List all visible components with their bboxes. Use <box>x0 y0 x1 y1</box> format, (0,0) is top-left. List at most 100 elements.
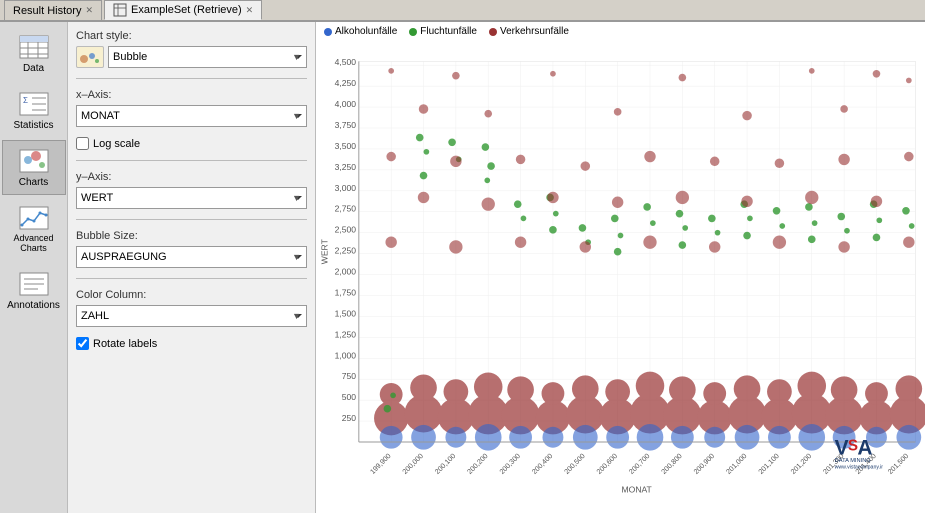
svg-text:750: 750 <box>342 371 357 381</box>
bubble-size-select-wrapper: AUSPRAEGUNG ZAHL WERT <box>76 246 307 268</box>
rotate-labels-checkbox[interactable] <box>76 337 89 350</box>
tab-bar: Result History ✕ ExampleSet (Retrieve) ✕ <box>0 0 925 22</box>
svg-text:3,500: 3,500 <box>335 141 357 151</box>
chart-icon <box>18 147 50 175</box>
svg-text:MONAT: MONAT <box>622 484 653 494</box>
svg-text:200,200: 200,200 <box>466 452 490 476</box>
y-axis-select[interactable]: WERT MONAT ZAHL <box>76 187 307 209</box>
legend-dot-flucht <box>409 28 417 36</box>
svg-text:V: V <box>835 436 849 459</box>
svg-text:200,100: 200,100 <box>433 452 457 476</box>
sidebar-item-data[interactable]: Data <box>2 26 66 81</box>
chart-area: Alkoholunfälle Fluchtunfälle Verkehrsunf… <box>316 22 925 513</box>
svg-text:3,000: 3,000 <box>335 183 357 193</box>
svg-text:WERT: WERT <box>319 238 329 264</box>
tab-close-exampleset[interactable]: ✕ <box>246 5 254 16</box>
svg-text:200,600: 200,600 <box>595 452 619 476</box>
svg-text:250: 250 <box>342 413 357 423</box>
svg-text:2,000: 2,000 <box>335 267 357 277</box>
table-small-icon <box>113 3 127 17</box>
y-axis-label: y–Axis: <box>76 171 307 183</box>
x-axis-select[interactable]: MONAT ZAHL WERT <box>76 105 307 127</box>
svg-text:Σ: Σ <box>23 96 28 105</box>
sidebar-item-annotations[interactable]: Annotations <box>2 263 66 318</box>
svg-text:200,900: 200,900 <box>692 452 716 476</box>
rotate-labels-label[interactable]: Rotate labels <box>93 338 157 350</box>
log-scale-row: Log scale <box>76 137 307 150</box>
svg-text:200,800: 200,800 <box>660 452 684 476</box>
sidebar-label-statistics: Statistics <box>13 120 53 131</box>
tab-label: Result History <box>13 5 81 17</box>
table-icon <box>18 33 50 61</box>
svg-text:4,000: 4,000 <box>335 99 357 109</box>
svg-text:201,500: 201,500 <box>886 452 910 476</box>
svg-text:4,250: 4,250 <box>335 78 357 88</box>
svg-text:200,500: 200,500 <box>563 452 587 476</box>
tab-close-result-history[interactable]: ✕ <box>85 5 93 16</box>
svg-text:200,000: 200,000 <box>401 452 425 476</box>
log-scale-checkbox[interactable] <box>76 137 89 150</box>
divider-1 <box>76 78 307 79</box>
divider-3 <box>76 219 307 220</box>
svg-text:201,000: 201,000 <box>725 452 749 476</box>
svg-text:2,250: 2,250 <box>335 246 357 256</box>
y-axis-select-wrapper: WERT MONAT ZAHL <box>76 187 307 209</box>
sidebar-item-statistics[interactable]: Σ Statistics <box>2 83 66 138</box>
svg-text:2,750: 2,750 <box>335 204 357 214</box>
bubble-size-group: Bubble Size: AUSPRAEGUNG ZAHL WERT <box>76 230 307 268</box>
sidebar-item-advanced-charts[interactable]: Advanced Charts <box>2 197 66 261</box>
y-axis-group: y–Axis: WERT MONAT ZAHL <box>76 171 307 209</box>
legend-item-alkohol: Alkoholunfälle <box>324 26 397 37</box>
chart-legend: Alkoholunfälle Fluchtunfälle Verkehrsunf… <box>316 22 925 41</box>
bubble-size-label: Bubble Size: <box>76 230 307 242</box>
legend-label-flucht: Fluchtunfälle <box>420 26 477 37</box>
svg-text:2,500: 2,500 <box>335 225 357 235</box>
legend-item-flucht: Fluchtunfälle <box>409 26 477 37</box>
rotate-labels-row: Rotate labels <box>76 337 307 350</box>
sidebar-label-data: Data <box>23 63 44 74</box>
svg-text:1,500: 1,500 <box>335 308 357 318</box>
content-area: Data Σ Statistics Charts Ad <box>0 22 925 513</box>
legend-dot-verkehr <box>489 28 497 36</box>
svg-text:200,400: 200,400 <box>530 452 554 476</box>
legend-dot-alkohol <box>324 28 332 36</box>
svg-text:201,100: 201,100 <box>757 452 781 476</box>
svg-text:200,700: 200,700 <box>628 452 652 476</box>
x-axis-label: x–Axis: <box>76 89 307 101</box>
tab-result-history[interactable]: Result History ✕ <box>4 0 102 20</box>
sidebar-label-annotations: Annotations <box>7 300 60 311</box>
color-column-group: Color Column: ZAHL MONAT WERT <box>76 289 307 327</box>
svg-text:201,200: 201,200 <box>789 452 813 476</box>
tab-exampleset[interactable]: ExampleSet (Retrieve) ✕ <box>104 0 262 20</box>
sidebar-label-advanced-charts: Advanced Charts <box>5 234 63 254</box>
svg-text:3,250: 3,250 <box>335 162 357 172</box>
chart-inner: 4,500 4,250 4,000 3,750 3,500 3,250 3,00… <box>316 41 925 510</box>
chart-style-select-wrapper: Bubble Bar Line Pie Scatter <box>108 46 307 68</box>
sidebar-label-charts: Charts <box>19 177 48 188</box>
sidebar-item-charts[interactable]: Charts <box>2 140 66 195</box>
x-axis-group: x–Axis: MONAT ZAHL WERT <box>76 89 307 127</box>
chart-style-label: Chart style: <box>76 30 307 42</box>
log-scale-label[interactable]: Log scale <box>93 138 140 150</box>
chart-style-select[interactable]: Bubble Bar Line Pie Scatter <box>108 46 307 68</box>
color-column-select[interactable]: ZAHL MONAT WERT <box>76 305 307 327</box>
sidebar: Data Σ Statistics Charts Ad <box>0 22 68 513</box>
svg-text:A: A <box>857 436 872 459</box>
legend-item-verkehr: Verkehrsunfälle <box>489 26 569 37</box>
legend-label-alkohol: Alkoholunfälle <box>335 26 397 37</box>
legend-label-verkehr: Verkehrsunfälle <box>500 26 569 37</box>
svg-text:1,250: 1,250 <box>335 329 357 339</box>
control-panel: Chart style: Bubble Bar Line Pie Scatter <box>68 22 316 513</box>
color-column-select-wrapper: ZAHL MONAT WERT <box>76 305 307 327</box>
divider-2 <box>76 160 307 161</box>
x-axis-select-wrapper: MONAT ZAHL WERT <box>76 105 307 127</box>
bubble-size-select[interactable]: AUSPRAEGUNG ZAHL WERT <box>76 246 307 268</box>
svg-text:DATA MINING: DATA MINING <box>835 458 871 464</box>
bubble-chart-preview <box>76 46 104 68</box>
stats-icon: Σ <box>18 90 50 118</box>
svg-text:www.vistacompany.ir: www.vistacompany.ir <box>835 465 884 471</box>
bubble-chart-svg: 4,500 4,250 4,000 3,750 3,500 3,250 3,00… <box>316 41 925 510</box>
color-column-label: Color Column: <box>76 289 307 301</box>
svg-text:1,000: 1,000 <box>335 350 357 360</box>
svg-text:500: 500 <box>342 392 357 402</box>
